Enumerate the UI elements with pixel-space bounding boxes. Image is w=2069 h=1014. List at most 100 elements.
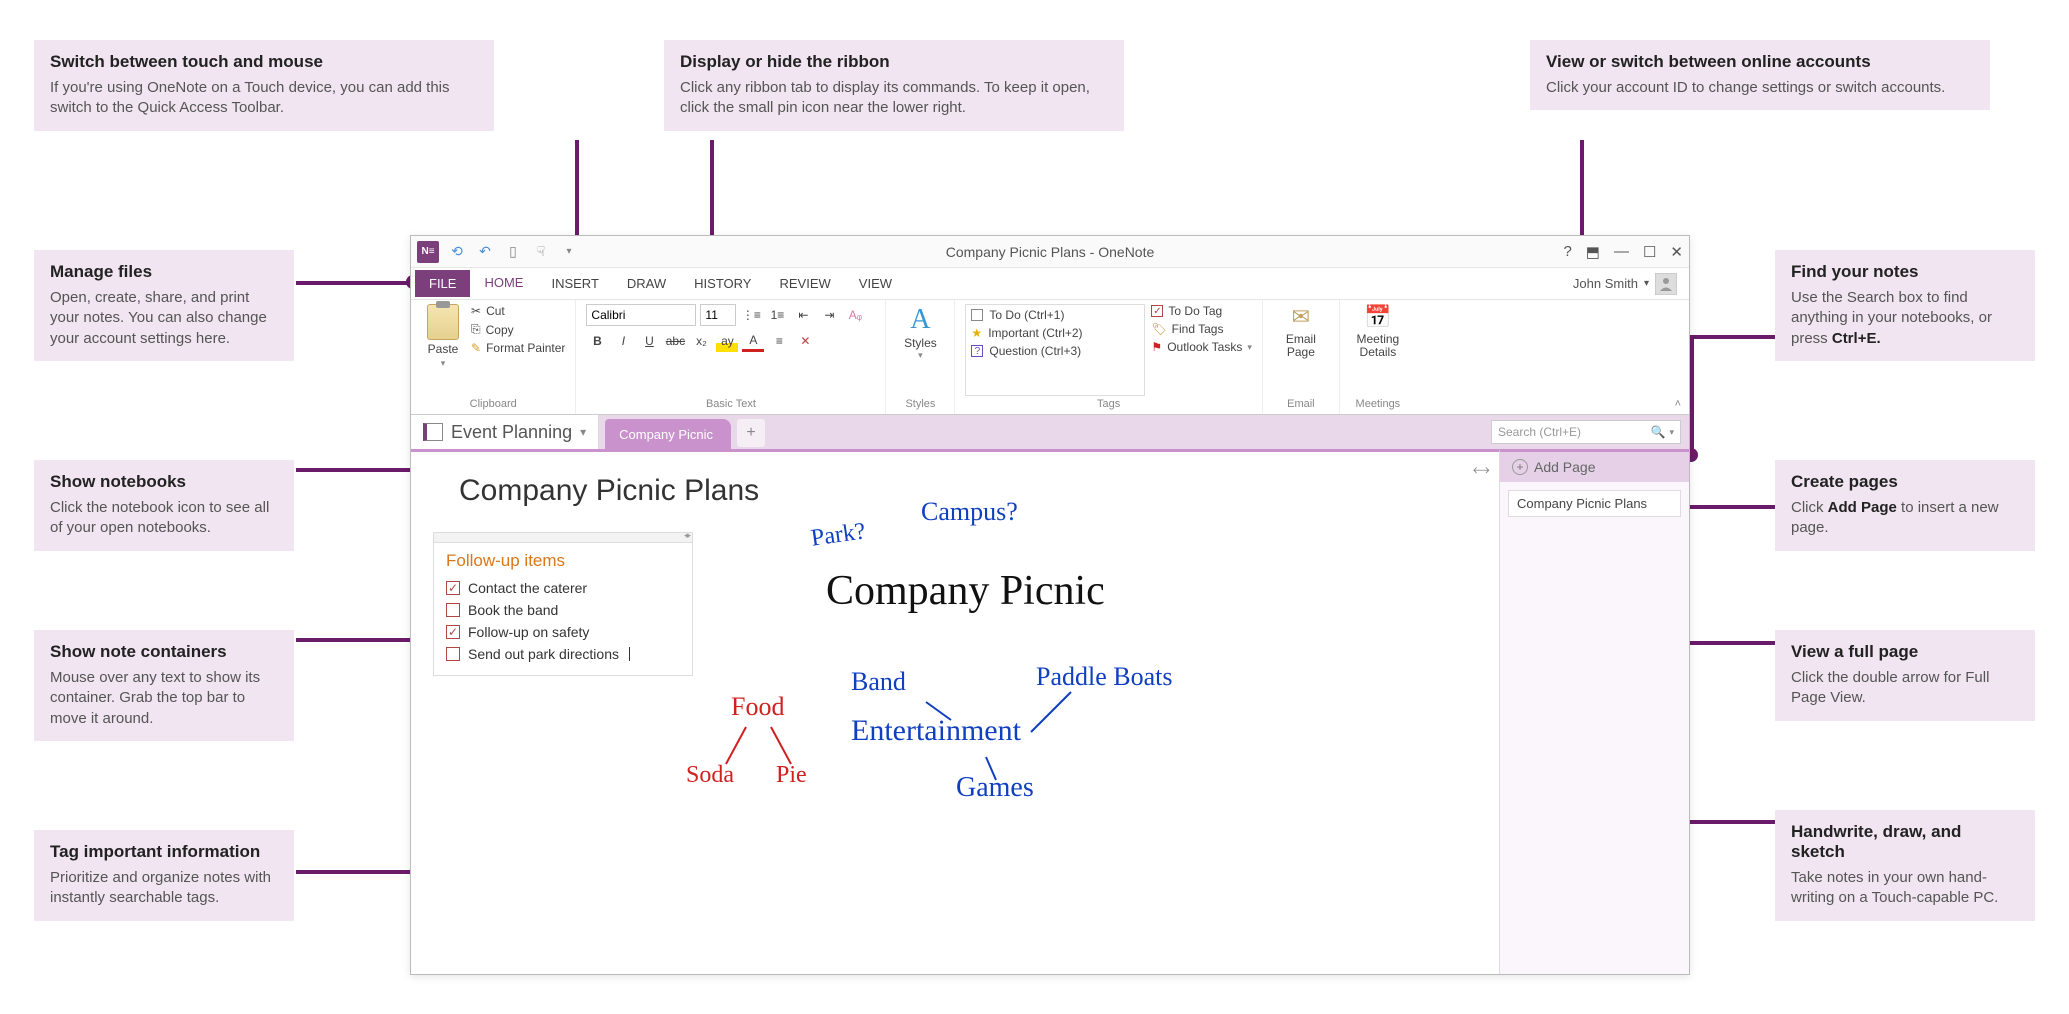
cut-button[interactable]: ✂Cut [471, 304, 565, 318]
tag-item-question[interactable]: ?Question (Ctrl+3) [968, 343, 1142, 359]
tag-gallery[interactable]: To Do (Ctrl+1) ★Important (Ctrl+2) ?Ques… [965, 304, 1145, 396]
callout-body: Click Add Page to insert a new page. [1791, 498, 2019, 539]
callout-manage-files: Manage files Open, create, share, and pr… [34, 250, 294, 361]
callout-title: View a full page [1791, 642, 2019, 662]
copy-button[interactable]: ⎘Copy [471, 322, 565, 337]
account-button[interactable]: John Smith ▾ [1573, 273, 1685, 295]
window-title: Company Picnic Plans - OneNote [946, 244, 1155, 260]
bullets-icon[interactable]: ⋮≡ [740, 304, 762, 326]
tab-file[interactable]: FILE [415, 270, 470, 297]
styles-icon: A [910, 304, 930, 336]
ink-strokes [411, 452, 1311, 852]
todo-tag-button[interactable]: ✓To Do Tag [1151, 304, 1251, 318]
tag-item-important[interactable]: ★Important (Ctrl+2) [968, 325, 1142, 341]
dock-icon[interactable]: ▯ [503, 242, 523, 262]
callout-body: Click the notebook icon to see all of yo… [50, 498, 278, 539]
numbering-icon[interactable]: 1≡ [766, 304, 788, 326]
callout-find-notes: Find your notes Use the Search box to fi… [1775, 250, 2035, 361]
underline-button[interactable]: U [638, 330, 660, 352]
callout-title: Handwrite, draw, and sketch [1791, 822, 2019, 862]
chevron-down-icon: ▾ [1669, 427, 1674, 438]
meeting-details-button[interactable]: 📅 Meeting Details [1350, 304, 1406, 396]
ribbon-group-email: ✉ Email Page Email [1263, 300, 1340, 414]
onenote-app-window: N≡ ⟲ ↶ ▯ ☟ ▾ Company Picnic Plans - OneN… [410, 235, 1690, 975]
tab-home[interactable]: HOME [470, 269, 537, 298]
close-icon[interactable]: ✕ [1670, 243, 1683, 261]
undo-icon[interactable]: ↶ [475, 242, 495, 262]
callout-ribbon: Display or hide the ribbon Click any rib… [664, 40, 1124, 131]
envelope-icon: ✉ [1292, 304, 1310, 330]
bold-button[interactable]: B [586, 330, 608, 352]
ribbon-display-icon[interactable]: ⬒ [1586, 243, 1600, 261]
notebook-dropdown[interactable]: Event Planning ▾ [411, 415, 599, 449]
tab-view[interactable]: VIEW [845, 270, 906, 297]
notebook-section-bar: Event Planning ▾ Company Picnic + Search… [411, 415, 1689, 449]
paste-icon [427, 304, 459, 340]
callout-body: If you're using OneNote on a Touch devic… [50, 78, 478, 119]
callout-title: Display or hide the ribbon [680, 52, 1108, 72]
font-color-button[interactable]: A [742, 330, 764, 352]
touch-mouse-toggle-icon[interactable]: ☟ [531, 242, 551, 262]
callout-body: Click the double arrow for Full Page Vie… [1791, 668, 2019, 709]
scissors-icon: ✂ [471, 304, 481, 318]
callout-touch-mouse: Switch between touch and mouse If you're… [34, 40, 494, 131]
indent-icon[interactable]: ⇥ [818, 304, 840, 326]
minimize-icon[interactable]: — [1614, 243, 1629, 261]
group-label: Tags [965, 396, 1251, 412]
tab-insert[interactable]: INSERT [537, 270, 612, 297]
page-list-item[interactable]: Company Picnic Plans [1508, 490, 1681, 517]
ribbon-group-styles: A Styles ▾ Styles [886, 300, 955, 414]
email-page-button[interactable]: ✉ Email Page [1273, 304, 1329, 396]
section-tab[interactable]: Company Picnic [605, 419, 731, 449]
tab-review[interactable]: REVIEW [765, 270, 844, 297]
maximize-icon[interactable]: ☐ [1643, 243, 1656, 261]
tab-draw[interactable]: DRAW [613, 270, 680, 297]
paste-button[interactable]: Paste ▾ [421, 304, 465, 396]
callout-body: Click your account ID to change settings… [1546, 78, 1974, 98]
callout-body: Prioritize and organize notes with insta… [50, 868, 278, 909]
styles-button[interactable]: A Styles ▾ [896, 304, 944, 396]
find-tags-button[interactable]: 🏷Find Tags [1151, 322, 1251, 336]
highlight-button[interactable]: ay [716, 330, 738, 352]
full-page-view-button[interactable]: ⤢ [1470, 460, 1492, 482]
star-icon: ★ [971, 326, 982, 340]
delete-icon[interactable]: ✕ [794, 330, 816, 352]
outlook-tasks-button[interactable]: ⚑Outlook Tasks▾ [1151, 340, 1251, 354]
group-label: Styles [896, 396, 944, 412]
checkbox-checked-icon: ✓ [1151, 305, 1163, 317]
callout-title: Show note containers [50, 642, 278, 662]
format-painter-button[interactable]: ✎Format Painter [471, 341, 565, 355]
title-bar: N≡ ⟲ ↶ ▯ ☟ ▾ Company Picnic Plans - OneN… [411, 236, 1689, 268]
callout-title: Tag important information [50, 842, 278, 862]
tag-item-todo[interactable]: To Do (Ctrl+1) [968, 307, 1142, 323]
ribbon-body: Paste ▾ ✂Cut ⎘Copy ✎Format Painter Clipb… [411, 300, 1689, 415]
qat-dropdown-icon[interactable]: ▾ [559, 242, 579, 262]
content-area: Company Picnic Plans ⤢ Follow-up items C… [411, 449, 1689, 974]
italic-button[interactable]: I [612, 330, 634, 352]
page-canvas[interactable]: Company Picnic Plans ⤢ Follow-up items C… [411, 449, 1499, 974]
collapse-ribbon-icon[interactable]: ˄ [1675, 398, 1681, 410]
outdent-icon[interactable]: ⇤ [792, 304, 814, 326]
flag-icon: ⚑ [1151, 340, 1162, 354]
chevron-down-icon: ▾ [918, 350, 923, 361]
callout-tag-info: Tag important information Prioritize and… [34, 830, 294, 921]
callout-create-pages: Create pages Click Add Page to insert a … [1775, 460, 2035, 551]
subscript-button[interactable]: x₂ [690, 330, 712, 352]
callout-body: Use the Search box to find anything in y… [1791, 288, 2019, 349]
font-size-select[interactable] [700, 304, 736, 326]
add-section-button[interactable]: + [737, 419, 765, 447]
checkbox-icon [971, 309, 983, 321]
back-icon[interactable]: ⟲ [447, 242, 467, 262]
add-page-button[interactable]: + Add Page [1500, 452, 1689, 482]
clear-formatting-icon[interactable]: Aᵩ [844, 304, 866, 326]
search-input[interactable]: Search (Ctrl+E) 🔍 ▾ [1491, 420, 1681, 444]
onenote-app-icon: N≡ [417, 241, 439, 263]
align-button[interactable]: ≡ [768, 330, 790, 352]
help-icon[interactable]: ? [1563, 243, 1571, 261]
callout-title: Manage files [50, 262, 278, 282]
tab-history[interactable]: HISTORY [680, 270, 765, 297]
font-name-select[interactable] [586, 304, 696, 326]
strikethrough-button[interactable]: abc [664, 330, 686, 352]
callout-show-notebooks: Show notebooks Click the notebook icon t… [34, 460, 294, 551]
chevron-down-icon: ▾ [441, 358, 446, 369]
